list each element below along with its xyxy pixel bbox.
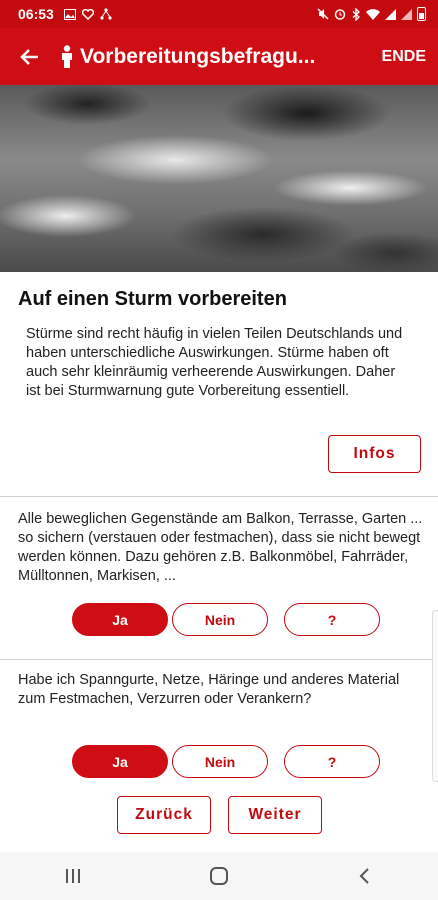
answer-yes-button[interactable]: Ja: [72, 603, 168, 636]
network-icon: [100, 8, 112, 20]
storm-sky-image: [0, 85, 438, 272]
alarm-icon: [334, 9, 346, 20]
section-title: Auf einen Sturm vorbereiten: [18, 288, 287, 310]
question-text: Habe ich Spanngurte, Netze, Häringe und …: [18, 672, 400, 707]
signal-icon: [401, 8, 412, 20]
image-icon: [63, 8, 76, 20]
scrollbar[interactable]: [432, 610, 438, 782]
divider: [0, 659, 438, 660]
question-text: Alle beweglichen Gegenstände am Balkon, …: [18, 511, 423, 584]
app-title: Vorbereitungsbefragu...: [80, 44, 316, 68]
answer-unknown-button[interactable]: ?: [284, 745, 380, 778]
bluetooth-icon: [352, 7, 360, 21]
answer-unknown-button[interactable]: ?: [284, 603, 380, 636]
status-bar: 06:53: [0, 0, 438, 28]
mute-icon: [317, 8, 329, 20]
system-nav-bar: [0, 852, 438, 900]
recent-apps-icon[interactable]: [62, 866, 84, 886]
previous-button[interactable]: Zurück: [117, 796, 211, 834]
answer-no-button[interactable]: Nein: [172, 745, 268, 778]
status-time: 06:53: [18, 6, 54, 22]
back-icon[interactable]: [354, 866, 376, 886]
signal-icon: [385, 8, 396, 20]
wifi-icon: [366, 8, 380, 20]
divider: [0, 496, 438, 497]
answer-no-button[interactable]: Nein: [172, 603, 268, 636]
back-button[interactable]: [0, 28, 60, 85]
next-button[interactable]: Weiter: [228, 796, 322, 834]
heart-icon: [81, 8, 94, 20]
home-icon[interactable]: [208, 865, 230, 887]
app-bar: Vorbereitungsbefragu... ENDE: [0, 28, 438, 85]
end-button[interactable]: ENDE: [382, 48, 426, 66]
info-button[interactable]: Infos: [328, 435, 421, 473]
arrow-back-icon: [20, 48, 38, 65]
person-icon: [62, 44, 72, 68]
battery-icon: [417, 7, 426, 21]
page-title: Vorbereitungsbefragu...: [60, 45, 336, 69]
intro-text: Stürme sind recht häufig in vielen Teile…: [26, 326, 403, 399]
answer-yes-button[interactable]: Ja: [72, 745, 168, 778]
